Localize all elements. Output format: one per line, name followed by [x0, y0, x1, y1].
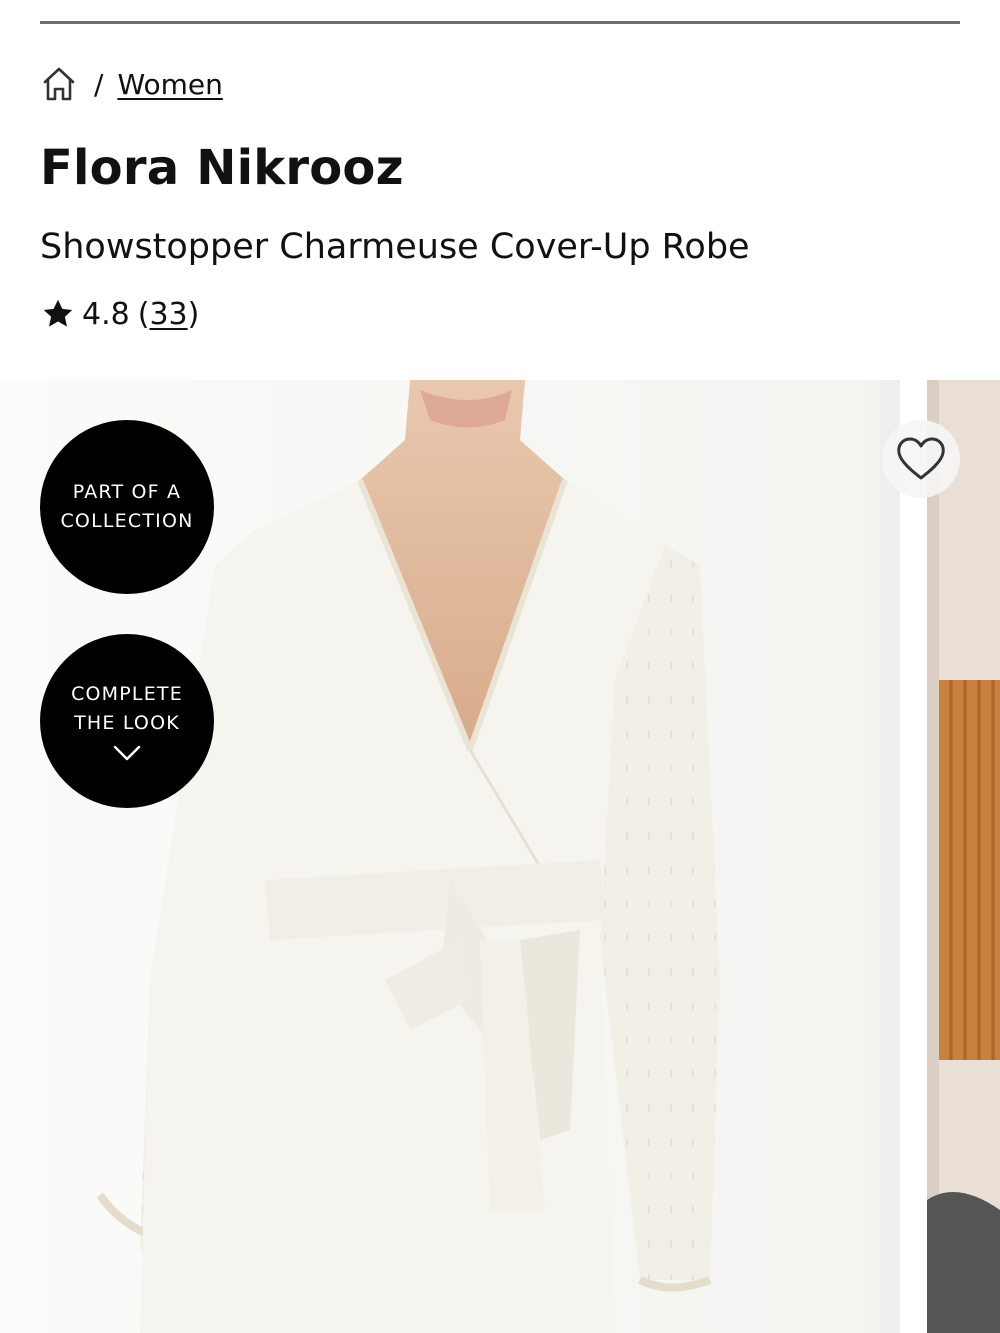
chevron-down-icon [113, 746, 141, 761]
rating-value: 4.8 [82, 296, 130, 332]
badge-look-line1: COMPLETE [71, 682, 183, 705]
complete-the-look-button[interactable]: COMPLETE THE LOOK [40, 634, 214, 808]
heart-icon [897, 437, 945, 480]
product-title: Showstopper Charmeuse Cover-Up Robe [40, 227, 750, 267]
review-count[interactable]: (33) [138, 297, 200, 332]
star-icon [43, 299, 73, 327]
badge-collection-line2: COLLECTION [60, 510, 194, 532]
brand-name[interactable]: Flora Nikrooz [40, 140, 404, 198]
badge-collection-line1: PART OF A [72, 480, 182, 503]
part-of-collection-badge[interactable]: PART OF A COLLECTION [40, 420, 214, 594]
breadcrumb-women-link[interactable]: Women [117, 68, 222, 101]
product-rating[interactable]: 4.8 (33) [40, 296, 199, 332]
breadcrumb: / Women [40, 62, 223, 106]
badge-look-line2: THE LOOK [74, 712, 180, 734]
review-count-link[interactable]: 33 [149, 297, 187, 332]
wishlist-button[interactable] [882, 420, 960, 498]
top-divider [40, 21, 960, 24]
home-icon[interactable] [40, 65, 78, 103]
product-image-next[interactable] [927, 380, 1000, 1333]
breadcrumb-separator: / [94, 67, 104, 101]
